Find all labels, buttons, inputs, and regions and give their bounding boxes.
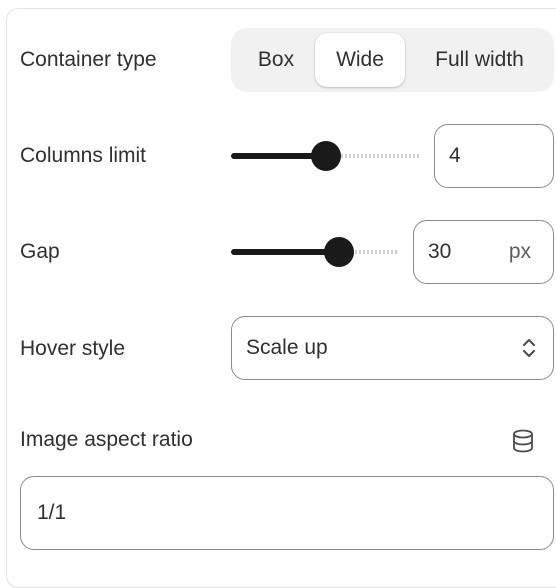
chevron-up-down-icon xyxy=(523,339,535,357)
gap-unit: px xyxy=(508,240,531,263)
container-type-wide-option[interactable]: Wide xyxy=(315,33,405,87)
columns-limit-input[interactable]: 4 xyxy=(434,124,554,188)
image-aspect-ratio-input[interactable]: 1/1 xyxy=(20,476,554,550)
columns-limit-value: 4 xyxy=(449,144,461,167)
database-icon[interactable] xyxy=(510,428,536,454)
columns-limit-slider-track xyxy=(341,154,419,158)
hover-style-label: Hover style xyxy=(20,337,126,360)
container-type-full-width-option[interactable]: Full width xyxy=(411,33,548,87)
container-type-label: Container type xyxy=(20,48,157,71)
columns-limit-label: Columns limit xyxy=(20,144,147,167)
gap-slider-track xyxy=(355,250,397,254)
hover-style-select[interactable]: Scale up xyxy=(231,316,554,380)
hover-style-value: Scale up xyxy=(246,336,328,359)
gap-slider[interactable] xyxy=(231,237,397,267)
gap-label: Gap xyxy=(20,240,60,263)
gap-slider-fill xyxy=(231,249,339,255)
gap-input[interactable]: 30 px xyxy=(413,220,554,284)
image-aspect-ratio-label: Image aspect ratio xyxy=(20,428,193,451)
columns-limit-slider[interactable] xyxy=(231,141,419,171)
container-type-box-option[interactable]: Box xyxy=(239,33,313,87)
container-type-segmented-control: Box Wide Full width xyxy=(231,28,554,92)
gap-slider-thumb[interactable] xyxy=(324,237,354,267)
columns-limit-slider-thumb[interactable] xyxy=(311,141,341,171)
gap-value: 30 xyxy=(428,240,452,263)
image-aspect-ratio-value: 1/1 xyxy=(37,501,67,524)
